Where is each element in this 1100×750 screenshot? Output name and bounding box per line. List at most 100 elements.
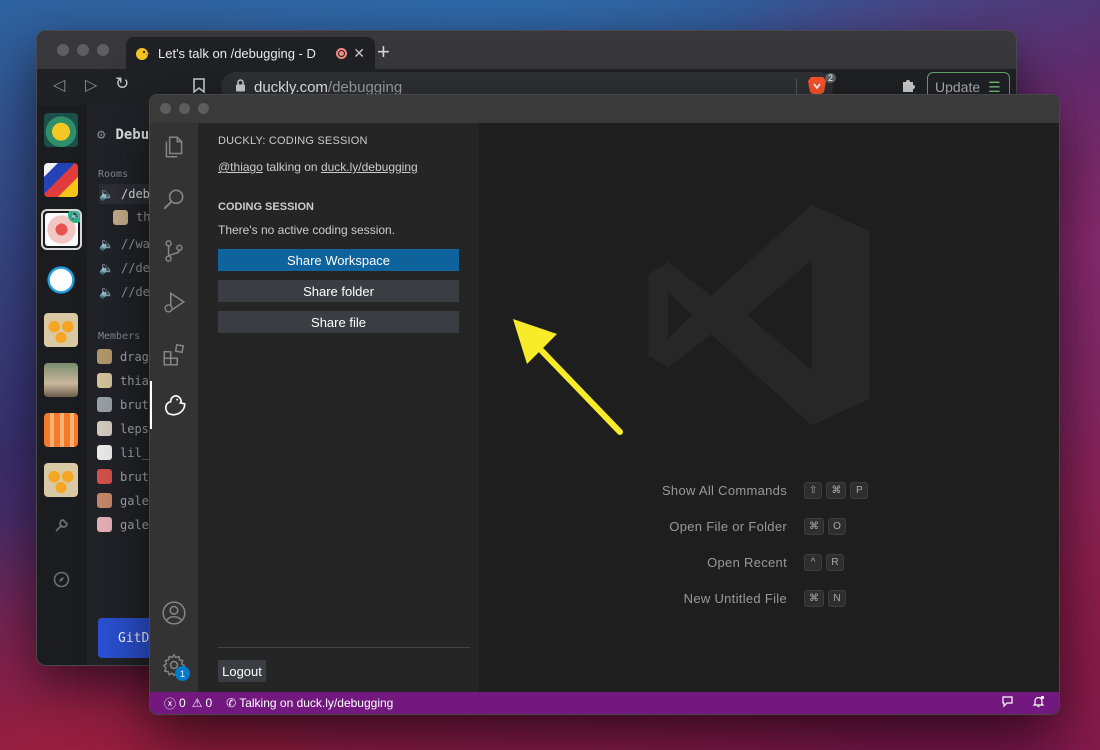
browser-titlebar: Let's talk on /debugging - D ✕ + (37, 31, 1016, 69)
share-file-button[interactable]: Share file (218, 311, 459, 333)
key-p: P (850, 482, 869, 499)
member-avatar (97, 493, 112, 508)
shortcut-open-recent[interactable]: Open Recent (479, 552, 799, 572)
member-avatar (97, 421, 112, 436)
close-window-button[interactable] (160, 103, 171, 114)
server-icon-6[interactable] (44, 363, 78, 397)
server-icon-2[interactable] (44, 163, 78, 197)
tab-close-icon[interactable]: ✕ (353, 45, 365, 62)
voice-active-icon: 🔊 (68, 211, 80, 223)
rooms-label: Rooms (98, 169, 129, 180)
share-workspace-button[interactable]: Share Workspace (218, 249, 459, 271)
speaker-icon: 🔈 (99, 187, 114, 201)
activity-bar: 1 (150, 123, 198, 692)
server-icon-5[interactable] (44, 313, 78, 347)
phone-icon: ✆ (226, 696, 237, 710)
explorer-icon[interactable] (150, 123, 198, 171)
sidebar-divider (218, 647, 470, 648)
key-ctrl: ^ (804, 554, 822, 571)
error-icon: ⓧ (164, 696, 177, 711)
participant-avatar (113, 209, 128, 225)
member-avatar (97, 517, 112, 532)
run-debug-icon[interactable] (150, 279, 198, 327)
back-icon[interactable]: ◁ (53, 75, 65, 95)
duckly-call-status[interactable]: ✆ Talking on duck.ly/debugging (226, 696, 393, 710)
member-avatar (97, 373, 112, 388)
warning-icon: ⚠ (191, 696, 203, 710)
duckly-icon[interactable] (150, 381, 198, 429)
talking-status: @thiago talking on duck.ly/debugging (218, 160, 418, 174)
shortcut-new-untitled-file[interactable]: New Untitled File (479, 588, 799, 608)
duckly-server-rail: 🔊 (37, 105, 87, 665)
shortcut-keys: ⇧ ⌘ P (804, 482, 869, 499)
problems-indicator[interactable]: ⓧ 0 ⚠ 0 (164, 695, 212, 712)
speaker-icon: 🔈 (99, 261, 114, 275)
server-debugging-active[interactable]: 🔊 (41, 209, 82, 250)
server-icon-8[interactable] (44, 463, 78, 497)
settings-badge: 1 (175, 666, 190, 681)
minimize-window-button[interactable] (179, 103, 190, 114)
member-avatar (97, 445, 112, 460)
logout-button[interactable]: Logout (218, 660, 266, 682)
key-o: O (828, 518, 846, 535)
compass-icon[interactable] (53, 571, 70, 593)
wrench-icon[interactable] (53, 517, 70, 539)
lock-icon (235, 79, 246, 95)
forward-icon[interactable]: ▷ (85, 75, 97, 95)
key-r: R (826, 554, 844, 571)
shortcut-label: Show All Commands (661, 482, 787, 498)
duck-favicon-icon (134, 45, 150, 61)
feedback-icon[interactable] (1001, 695, 1014, 711)
gear-icon[interactable]: ⚙ (97, 127, 105, 143)
shortcut-label: Open File or Folder (669, 518, 787, 534)
duckly-logo-server[interactable] (44, 113, 78, 147)
search-icon[interactable] (150, 175, 198, 223)
menu-icon: ☰ (988, 78, 1001, 95)
speaker-icon: 🔈 (99, 285, 114, 299)
key-cmd: ⌘ (826, 482, 847, 499)
no-session-text: There's no active coding session. (218, 223, 396, 237)
shortcut-keys: ^ R (804, 554, 844, 571)
notifications-bell-icon[interactable] (1032, 695, 1045, 711)
shortcut-keys: ⌘ N (804, 590, 846, 607)
status-right (1001, 695, 1045, 711)
duckly-sidebar: DUCKLY: CODING SESSION @thiago talking o… (198, 123, 479, 692)
reload-icon[interactable]: ↻ (115, 74, 129, 94)
close-window-button[interactable] (57, 44, 69, 56)
server-icon-7[interactable] (44, 413, 78, 447)
url-path: /debugging (327, 78, 403, 96)
tab-title: Let's talk on /debugging - D (158, 45, 316, 61)
key-cmd: ⌘ (804, 590, 824, 607)
shortcut-label: Open Recent (707, 554, 787, 570)
account-icon[interactable] (150, 589, 198, 637)
editor-area: Show All Commands ⇧ ⌘ P Open File or Fol… (479, 123, 1059, 692)
server-icon-4[interactable] (44, 263, 78, 297)
shortcut-open-file-folder[interactable]: Open File or Folder (479, 516, 799, 536)
shortcut-show-all-commands[interactable]: Show All Commands (479, 480, 799, 500)
zoom-window-button[interactable] (198, 103, 209, 114)
share-folder-button[interactable]: Share folder (218, 280, 459, 302)
sidebar-title: DUCKLY: CODING SESSION (218, 135, 368, 147)
zoom-window-button[interactable] (97, 44, 109, 56)
status-bar: ⓧ 0 ⚠ 0 ✆ Talking on duck.ly/debugging (150, 692, 1059, 714)
vscode-titlebar (150, 95, 1059, 123)
settings-gear-icon[interactable]: 1 (150, 641, 198, 689)
vscode-window: 1 DUCKLY: CODING SESSION @thiago talking… (149, 94, 1060, 715)
url-host: duckly.com (254, 78, 328, 96)
user-link[interactable]: @thiago (218, 160, 263, 174)
member-avatar (97, 469, 112, 484)
member-avatar (97, 397, 112, 412)
coding-session-heading: CODING SESSION (218, 201, 314, 213)
room-link[interactable]: duck.ly/debugging (321, 160, 418, 174)
vscode-logo-watermark-icon (648, 204, 870, 426)
new-tab-button[interactable]: + (377, 39, 390, 65)
talking-text: talking on (262, 160, 321, 174)
shortcut-label: New Untitled File (683, 590, 787, 606)
minimize-window-button[interactable] (77, 44, 89, 56)
shortcut-keys: ⌘ O (804, 518, 846, 535)
key-cmd: ⌘ (804, 518, 824, 535)
browser-tab[interactable]: Let's talk on /debugging - D ✕ (126, 37, 375, 69)
extensions-icon[interactable] (150, 331, 198, 379)
source-control-icon[interactable] (150, 227, 198, 275)
key-n: N (828, 590, 846, 607)
